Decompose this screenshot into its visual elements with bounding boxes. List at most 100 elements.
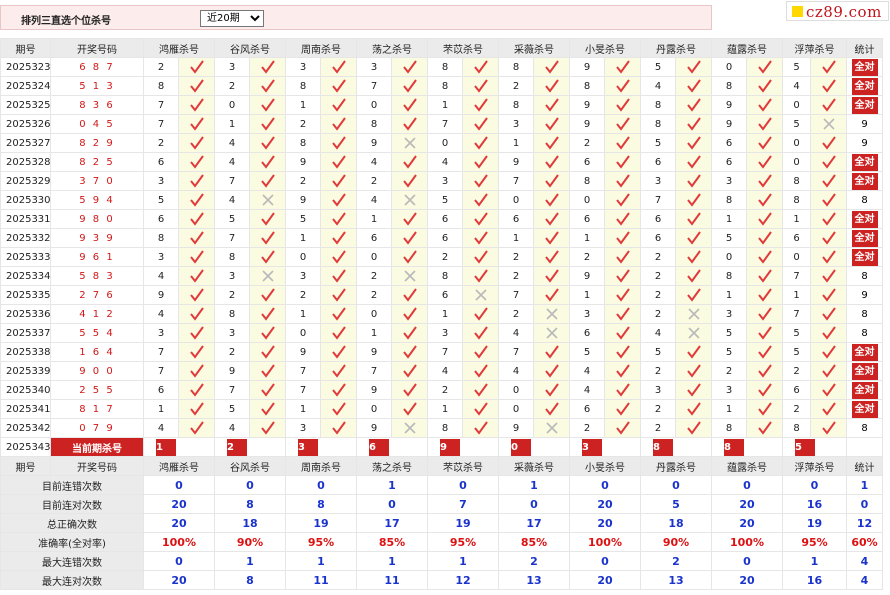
kill-number: 5 <box>782 342 811 362</box>
stats-row: 目前连对次数 20 8 8 0 7 0 20 5 20 16 0 <box>0 494 883 514</box>
issue-number: 2025342 <box>0 418 51 438</box>
check-icon <box>331 326 346 340</box>
stats-value: 1 <box>285 551 357 571</box>
check-icon <box>686 231 701 245</box>
kill-number: 8 <box>569 76 605 96</box>
kill-number: 2 <box>640 247 676 267</box>
kill-number: 0 <box>285 247 321 267</box>
check-icon <box>615 60 630 74</box>
correct-mark <box>178 342 215 362</box>
correct-mark <box>178 114 215 134</box>
stats-value: 20 <box>569 513 641 533</box>
issue-number: 2025341 <box>0 399 51 419</box>
correct-mark <box>391 152 428 172</box>
correct-mark <box>810 323 847 343</box>
kill-number: 2 <box>498 76 534 96</box>
kill-number: 1 <box>143 399 179 419</box>
correct-mark <box>746 285 783 305</box>
full-correct-badge: 全对 <box>851 210 878 228</box>
lottery-number: 5 5 4 <box>50 323 144 343</box>
kill-number: 8 <box>285 76 321 96</box>
kill-number: 4 <box>782 76 811 96</box>
check-icon <box>821 421 836 435</box>
correct-mark <box>320 114 357 134</box>
kill-number: 4 <box>143 266 179 286</box>
stats-label: 总正确次数 <box>0 513 144 533</box>
kill-number: 3 <box>427 171 463 191</box>
kill-number: 3 <box>427 323 463 343</box>
stats-value: 85% <box>498 532 570 552</box>
kill-number: 8 <box>143 228 179 248</box>
kill-number: 2 <box>143 133 179 153</box>
kill-number: 2 <box>640 266 676 286</box>
check-icon <box>402 307 417 321</box>
column-header: 小旻杀号 <box>569 38 641 58</box>
stats-value: 85% <box>356 532 428 552</box>
check-icon <box>331 421 346 435</box>
kill-number: 8 <box>143 76 179 96</box>
kill-number: 6 <box>711 152 747 172</box>
kill-number: 0 <box>427 133 463 153</box>
row-stat: 全对 <box>846 342 883 362</box>
correct-mark <box>604 133 641 153</box>
current-kill-cell: 0 <box>498 437 570 457</box>
check-icon <box>757 288 772 302</box>
issue-number: 2025334 <box>0 266 51 286</box>
check-icon <box>260 250 275 264</box>
check-icon <box>821 193 836 207</box>
correct-mark <box>462 399 499 419</box>
check-icon <box>821 307 836 321</box>
check-icon <box>189 402 204 416</box>
check-icon <box>686 364 701 378</box>
kill-number: 5 <box>782 57 811 77</box>
table-row: 2025338 1 6 4 7 2 9 9 7 7 5 5 5 5 全对 <box>0 342 883 362</box>
check-icon <box>402 98 417 112</box>
kill-number: 6 <box>711 133 747 153</box>
correct-mark <box>746 323 783 343</box>
kill-number: 4 <box>143 304 179 324</box>
row-stat: 全对 <box>846 399 883 419</box>
column-header: 统计 <box>846 456 883 476</box>
correct-mark <box>462 95 499 115</box>
kill-number: 9 <box>285 152 321 172</box>
current-kill-cell: 6 <box>356 437 428 457</box>
kill-number: 2 <box>498 304 534 324</box>
check-icon <box>260 326 275 340</box>
stats-value: 1 <box>214 551 286 571</box>
correct-mark <box>604 171 641 191</box>
check-icon <box>821 60 836 74</box>
correct-mark <box>391 114 428 134</box>
current-kill-cell: 5 <box>782 437 847 457</box>
check-icon <box>686 98 701 112</box>
check-icon <box>473 421 488 435</box>
issue-number: 2025323 <box>0 57 51 77</box>
kill-number: 9 <box>356 133 392 153</box>
check-icon <box>473 79 488 93</box>
table-header-row: 期号 开奖号码 鸿雁杀号 谷风杀号 周南杀号 荡之杀号 芣苡杀号 采薇杀号 小旻杀号 丹露杀号 蕴露… <box>0 38 883 58</box>
kill-number: 2 <box>782 361 811 381</box>
table-row: 2025339 9 0 0 7 9 7 7 4 4 4 2 2 2 全对 <box>0 361 883 381</box>
site-logo[interactable]: cz89.com <box>786 1 889 21</box>
check-icon <box>615 364 630 378</box>
row-stat: 9 <box>846 133 883 153</box>
stats-value: 90% <box>214 532 286 552</box>
lottery-number: 6 8 7 <box>50 57 144 77</box>
column-header: 开奖号码 <box>50 456 144 476</box>
kill-number: 9 <box>356 418 392 438</box>
full-correct-badge: 全对 <box>851 96 878 114</box>
stats-value: 20 <box>711 513 783 533</box>
kill-number: 3 <box>640 380 676 400</box>
check-icon <box>473 212 488 226</box>
kill-number: 8 <box>285 133 321 153</box>
kill-number: 7 <box>214 380 250 400</box>
kill-number: 3 <box>285 266 321 286</box>
period-select[interactable]: 近20期 <box>200 10 264 27</box>
correct-mark <box>810 361 847 381</box>
row-stat: 9 <box>846 114 883 134</box>
correct-mark <box>675 76 712 96</box>
cross-icon <box>403 137 416 149</box>
kill-number: 1 <box>285 95 321 115</box>
check-icon <box>544 250 559 264</box>
correct-mark <box>391 380 428 400</box>
stats-row: 准确率(全对率) 100% 90% 95% 85% 95% 85% 100% 90% 100% 95… <box>0 532 883 552</box>
